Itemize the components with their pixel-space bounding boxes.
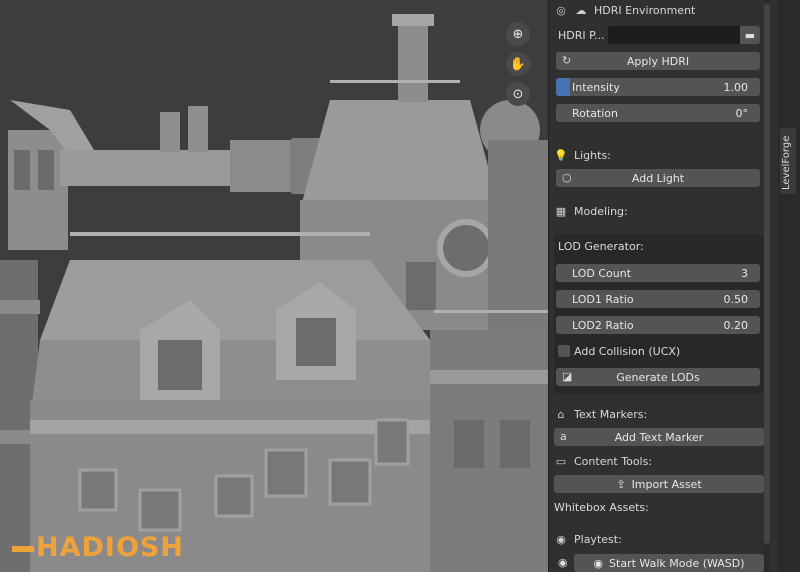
modeling-header: ▦ Modeling: [554, 201, 760, 221]
tab-levelforge[interactable]: LevelForge [780, 128, 796, 194]
lod2-ratio-field[interactable]: LOD2 Ratio 0.20 [556, 316, 760, 334]
start-walk-mode-label: Start Walk Mode (WASD) [609, 556, 745, 570]
lod-generator-header: LOD Generator: [558, 240, 644, 253]
lights-header-label: Lights: [574, 148, 611, 162]
apply-hdri-button[interactable]: ↻ Apply HDRI [556, 52, 760, 70]
content-tools-header-label: Content Tools: [574, 454, 653, 468]
environment-icon: ☁ [575, 3, 587, 17]
lod2-ratio-label: LOD2 Ratio [572, 319, 634, 332]
lod2-ratio-value: 0.20 [723, 319, 749, 332]
intensity-label: Intensity [572, 81, 620, 94]
intensity-slider[interactable]: Intensity 1.00 [556, 78, 760, 96]
playtest-header: ◉ Playtest: [554, 529, 760, 549]
add-light-button[interactable]: ○ Add Light [556, 169, 760, 187]
lod-count-label: LOD Count [572, 267, 632, 280]
3d-viewport[interactable]: ⊕ ✋ ⊙ HADIOSH [0, 0, 548, 572]
import-asset-label: Import Asset [631, 477, 702, 491]
playtest-header-label: Playtest: [574, 532, 622, 546]
lod1-ratio-value: 0.50 [723, 293, 749, 306]
refresh-icon: ↻ [562, 54, 572, 67]
lod1-ratio-field[interactable]: LOD1 Ratio 0.50 [556, 290, 760, 308]
light-bulb-icon: ○ [562, 171, 572, 184]
viewport-navigation: ⊕ ✋ ⊙ [506, 22, 530, 112]
add-collision-label: Add Collision (UCX) [574, 345, 681, 358]
panel-scrollbar[interactable] [764, 0, 770, 572]
hdri-path-input[interactable] [608, 26, 740, 44]
scrollbar-thumb[interactable] [764, 4, 770, 544]
lod1-ratio-label: LOD1 Ratio [572, 293, 634, 306]
hdri-path-label: HDRI P... [558, 29, 605, 42]
building-model-render [0, 14, 548, 572]
apply-hdri-label: Apply HDRI [626, 54, 690, 68]
generate-lods-button[interactable]: ◪ Generate LODs [556, 368, 760, 386]
light-bulb-icon: 💡 [554, 148, 568, 162]
rotation-field[interactable]: Rotation 0° [556, 104, 760, 122]
globe-icon: ◎ [556, 3, 566, 17]
add-text-marker-button[interactable]: a Add Text Marker [554, 428, 764, 446]
whitebox-assets-header: Whitebox Assets: [554, 501, 649, 514]
lod-count-field[interactable]: LOD Count 3 [556, 264, 760, 282]
modeling-header-label: Modeling: [574, 204, 628, 218]
tag-icon: ⌂ [557, 407, 565, 421]
text-markers-header: ⌂ Text Markers: [554, 404, 760, 424]
watermark-logo: HADIOSH [12, 532, 184, 563]
gamepad-icon: ◉ [593, 556, 604, 570]
gamepad-icon: ◉ [556, 532, 566, 546]
camera-icon[interactable]: ⊙ [506, 82, 530, 106]
hdri-header-label: HDRI Environment [594, 3, 696, 17]
text-icon: a [560, 430, 567, 443]
eye-icon[interactable]: ◉ [558, 556, 568, 569]
import-icon: ⇪ [616, 477, 626, 491]
rotation-label: Rotation [572, 107, 619, 120]
tab-strip [778, 0, 800, 572]
zoom-icon[interactable]: ⊕ [506, 22, 530, 46]
lights-header: 💡 Lights: [554, 145, 760, 165]
hdri-header[interactable]: ◎ ☁ HDRI Environment [554, 0, 760, 20]
intensity-value: 1.00 [723, 81, 749, 94]
lod-count-value: 3 [741, 267, 748, 280]
intensity-fill [556, 78, 571, 96]
content-tools-header: ▭ Content Tools: [554, 451, 760, 471]
add-text-marker-label: Add Text Marker [614, 430, 704, 444]
add-light-label: Add Light [631, 171, 685, 185]
add-collision-checkbox[interactable] [558, 345, 570, 357]
hand-pan-icon[interactable]: ✋ [506, 52, 530, 76]
grid-icon: ▦ [555, 204, 567, 218]
start-walk-mode-button[interactable]: ◉ Start Walk Mode (WASD) [574, 554, 764, 572]
generate-lods-label: Generate LODs [616, 370, 700, 384]
text-markers-header-label: Text Markers: [574, 407, 648, 421]
mesh-icon: ◪ [562, 370, 573, 383]
folder-icon[interactable]: ▬ [740, 26, 760, 44]
tab-levelforge-label: LevelForge [781, 135, 792, 190]
rotation-value: 0° [735, 107, 749, 120]
import-asset-button[interactable]: ⇪ Import Asset [554, 475, 764, 493]
folder-icon: ▭ [555, 454, 567, 468]
